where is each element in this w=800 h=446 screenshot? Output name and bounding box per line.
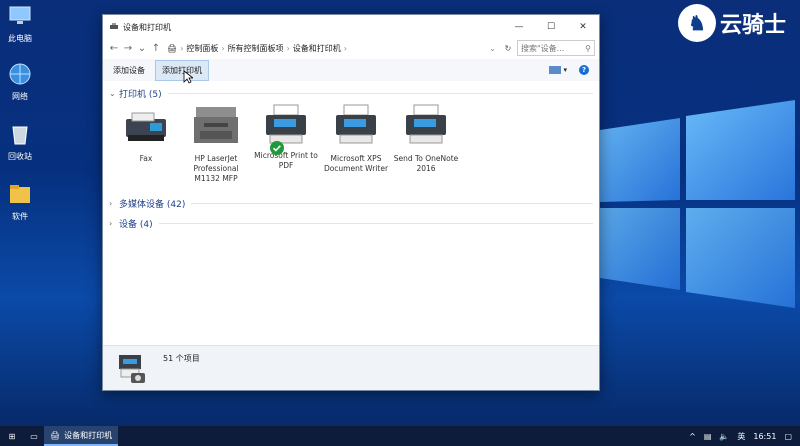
taskbar-app-devices-printers[interactable]: 🖨 设备和打印机: [44, 426, 119, 446]
section-devices-label: 设备 (4): [119, 219, 153, 230]
desktop-icon-network[interactable]: 网络: [2, 62, 38, 102]
breadcrumb-separator-icon: ›: [221, 43, 225, 53]
device-item-onenote[interactable]: Send To OneNote 2016: [391, 101, 461, 195]
view-options-chevron-icon[interactable]: ▾: [563, 66, 567, 74]
action-center-icon[interactable]: ▢: [784, 432, 792, 441]
system-tray: ^ ▤ 🔈 英 16:51 ▢: [681, 431, 800, 442]
clock-time[interactable]: 16:51: [753, 432, 776, 441]
refresh-icon[interactable]: ↻: [499, 44, 517, 53]
section-divider: [191, 202, 593, 204]
device-label: Send To OneNote 2016: [393, 154, 459, 173]
device-label: Microsoft XPS Document Writer: [323, 154, 389, 173]
add-printer-button[interactable]: 添加打印机: [155, 59, 209, 81]
section-multimedia[interactable]: › 多媒体设备 (42): [103, 195, 599, 211]
start-button-icon[interactable]: ⊞: [0, 432, 24, 441]
breadcrumb-root-icon: 🖨: [167, 43, 178, 53]
taskbar-app-label: 设备和打印机: [64, 430, 113, 440]
network-icon: [9, 63, 31, 85]
forward-arrow-icon[interactable]: →: [121, 43, 135, 54]
devices-large-icon: [119, 355, 145, 383]
section-divider: [158, 222, 593, 224]
breadcrumb-separator-icon: ›: [180, 43, 184, 53]
printer-icon: [266, 104, 306, 144]
expand-chevron-icon: ›: [109, 198, 113, 208]
windows-logo-light: [600, 100, 795, 308]
help-icon[interactable]: ?: [579, 65, 589, 75]
printer-icon: [336, 104, 376, 144]
search-icon: ⚲: [585, 43, 591, 53]
breadcrumb-item[interactable]: 控制面板: [186, 43, 218, 54]
breadcrumb-item[interactable]: 设备和打印机: [293, 43, 341, 54]
device-label: Fax: [139, 154, 153, 163]
volume-icon[interactable]: 🔈: [719, 432, 729, 441]
desktop-icon-software[interactable]: 软件: [2, 182, 38, 222]
item-count: 51 个项目: [163, 353, 200, 363]
breadcrumb-separator-icon: ›: [286, 43, 290, 53]
device-item-fax[interactable]: Fax: [111, 101, 181, 195]
minimize-button[interactable]: —: [503, 15, 535, 39]
devices-printers-window: 设备和打印机 — ☐ ✕ ← → ⌄ ↑ 🖨 › 控制面板 › 所有控制面板项 …: [102, 14, 600, 391]
device-label: Microsoft Print to PDF: [254, 151, 318, 170]
section-divider: [167, 92, 593, 94]
search-placeholder: 搜索"设备...: [521, 43, 565, 53]
this-pc-icon: [9, 6, 31, 24]
brand-text: 云骑士: [719, 12, 786, 38]
device-item-ms-xps[interactable]: Microsoft XPS Document Writer: [321, 101, 391, 195]
up-arrow-icon[interactable]: ↑: [149, 43, 163, 54]
printers-list: Fax HP LaserJet Professional M1132 MFP M…: [103, 101, 599, 195]
network-tray-icon[interactable]: ▤: [704, 432, 712, 441]
command-bar: 添加设备 添加打印机 ▾ ?: [103, 59, 599, 81]
search-input[interactable]: 搜索"设备... ⚲: [517, 40, 595, 56]
back-arrow-icon[interactable]: ←: [107, 43, 121, 54]
title-bar[interactable]: 设备和打印机 — ☐ ✕: [103, 15, 599, 39]
close-button[interactable]: ✕: [567, 15, 599, 39]
expand-chevron-icon: ›: [109, 218, 113, 228]
recycle-bin-icon: [12, 126, 28, 145]
breadcrumb-separator-icon: ›: [343, 43, 347, 53]
change-view-icon[interactable]: [549, 66, 562, 74]
brand-watermark: ♞ 云骑士: [677, 4, 786, 42]
printer-small-icon: 🖨: [50, 430, 61, 440]
section-devices[interactable]: › 设备 (4): [103, 215, 599, 231]
recent-locations-chevron-icon[interactable]: ⌄: [135, 43, 149, 54]
section-multimedia-label: 多媒体设备 (42): [119, 199, 186, 210]
address-dropdown-chevron-icon[interactable]: ⌄: [489, 44, 496, 53]
breadcrumb-item[interactable]: 所有控制面板项: [228, 43, 284, 54]
device-icon-wrap: [260, 101, 312, 155]
details-pane: 51 个项目: [103, 345, 599, 390]
desktop-icon-this-pc[interactable]: 此电脑: [2, 4, 38, 44]
collapse-chevron-icon: ⌄: [109, 88, 116, 98]
desktop-icon-label: 软件: [12, 212, 28, 221]
mouse-cursor-icon: [183, 70, 193, 84]
section-printers-label: 打印机 (5): [119, 89, 162, 100]
breadcrumb[interactable]: 🖨 › 控制面板 › 所有控制面板项 › 设备和打印机 › ⌄: [163, 40, 499, 56]
printer-icon: [406, 104, 446, 144]
desktop-icon-label: 回收站: [8, 152, 32, 161]
desktop-icon-label: 网络: [12, 92, 28, 101]
desktop-icon-label: 此电脑: [8, 34, 32, 43]
maximize-button[interactable]: ☐: [535, 15, 567, 39]
section-printers[interactable]: ⌄ 打印机 (5): [103, 85, 599, 101]
printer-small-icon: [110, 23, 118, 29]
show-hidden-icons-icon[interactable]: ^: [689, 432, 696, 441]
task-view-icon[interactable]: ▭: [24, 432, 44, 441]
device-item-hp-laserjet[interactable]: HP LaserJet Professional M1132 MFP: [181, 101, 251, 195]
window-title: 设备和打印机: [123, 22, 171, 32]
fax-icon: [126, 112, 166, 141]
knight-logo-icon: ♞: [677, 4, 716, 42]
folder-icon: [10, 185, 30, 203]
desktop-icon-recycle-bin[interactable]: 回收站: [2, 122, 38, 162]
input-method-indicator[interactable]: 英: [737, 431, 745, 442]
mfp-printer-icon: [194, 107, 238, 143]
device-item-ms-print-pdf[interactable]: Microsoft Print to PDF: [251, 101, 321, 195]
default-checkmark-icon: [270, 141, 284, 155]
taskbar: ⊞ ▭ 🖨 设备和打印机 ^ ▤ 🔈 英 16:51 ▢: [0, 426, 800, 446]
device-label: HP LaserJet Professional M1132 MFP: [193, 154, 239, 183]
address-bar: ← → ⌄ ↑ 🖨 › 控制面板 › 所有控制面板项 › 设备和打印机 › ⌄ …: [103, 39, 599, 57]
add-device-button[interactable]: 添加设备: [107, 61, 151, 80]
